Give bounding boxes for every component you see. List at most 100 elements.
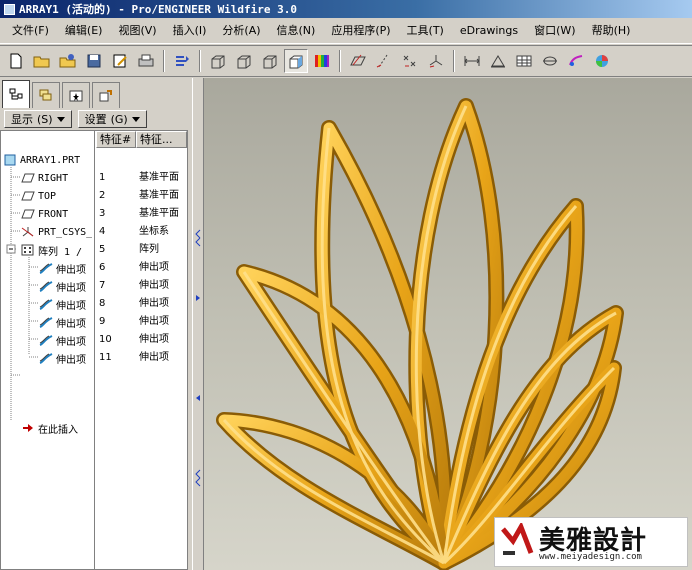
column-header-feature-num[interactable]: 特征# [96,131,136,148]
mass-properties-icon[interactable] [486,49,510,73]
coordinate-system-icon[interactable] [424,49,448,73]
settings-dropdown[interactable]: 设置 (G) [77,110,147,128]
tree-row-label: RIGHT [38,172,69,184]
window-titlebar: ARRAY1 (活动的) - Pro/ENGINEER Wildfire 3.0 [0,0,692,18]
toolbar-separator [163,50,165,72]
tree-row[interactable]: 伸出项 [39,349,86,367]
menu-edrawings[interactable]: eDrawings [452,20,526,42]
app-icon [4,3,15,15]
toolbar-separator [453,50,455,72]
table-icon[interactable] [512,49,536,73]
menu-file[interactable]: 文件(F) [4,20,57,42]
main-toolbar [0,45,692,77]
model-tree-tab[interactable] [2,80,30,108]
tree-row-label: PRT_CSYS_ [38,226,93,238]
pane-splitter[interactable] [192,78,204,570]
expand-arrow-icon[interactable] [194,293,202,303]
menu-analysis[interactable]: 分析(A) [214,20,268,42]
watermark-url: www.meiyadesign.com [539,552,642,562]
regenerate-icon[interactable] [170,49,194,73]
feature-type-cell: 基准平面 [139,172,179,183]
tree-row[interactable]: 伸出项 [39,295,86,313]
tree-row[interactable]: TOP [21,187,56,205]
open-dir-icon[interactable] [56,49,80,73]
toolbar-separator [199,50,201,72]
open-file-icon[interactable] [30,49,54,73]
save-icon[interactable] [82,49,106,73]
menu-view[interactable]: 视图(V) [110,20,164,42]
tree-row[interactable]: 阵列 1 / [21,241,82,259]
datum-plane-icon [21,190,35,202]
tree-row-label: FRONT [38,208,69,220]
feature-type-cell: 伸出项 [139,298,169,309]
wireframe-icon[interactable] [206,49,230,73]
hidden-line-icon[interactable] [232,49,256,73]
datum-axis-icon[interactable] [372,49,396,73]
tree-row[interactable]: 伸出项 [39,313,86,331]
collapse-arrow-icon[interactable] [194,468,202,488]
feature-num-cell: 10 [99,334,112,345]
model-color-icon[interactable] [590,49,614,73]
color-appearance-icon[interactable] [310,49,334,73]
menu-help[interactable]: 帮助(H) [584,20,639,42]
show-dropdown[interactable]: 显示 (S) [4,110,72,128]
tree-row[interactable]: FRONT [21,205,68,223]
column-header-feature-type[interactable]: 特征... [136,131,187,148]
print-icon[interactable] [134,49,158,73]
tree-row[interactable]: 伸出项 [39,277,86,295]
tree-row-label: 伸出项 [56,318,86,330]
menu-applications[interactable]: 应用程序(P) [323,20,398,42]
feature-type-cell: 基准平面 [139,190,179,201]
meiya-logo-icon [501,523,534,555]
tree-row[interactable]: 伸出项 [39,259,86,277]
feature-type-cell: 伸出项 [139,352,169,363]
feature-type-cell: 伸出项 [139,316,169,327]
collapse-arrow-icon[interactable] [194,228,202,248]
watermark-logo: 美雅設計 www.meiyadesign.com [494,517,688,567]
feature-num-cell: 1 [99,172,106,183]
feature-type-cell: 阵列 [139,244,159,255]
insert-here-marker[interactable]: 在此插入 [21,419,78,437]
menu-insert[interactable]: 插入(I) [165,20,215,42]
feature-type-cell: 伸出项 [139,262,169,273]
feature-num-cell: 8 [99,298,106,309]
tree-row[interactable]: 伸出项 [39,331,86,349]
protrusion-icon [39,334,53,346]
menu-edit[interactable]: 编辑(E) [57,20,111,42]
patterned-leaf-model [216,98,624,570]
graphics-viewport[interactable] [204,78,692,570]
datum-point-icon[interactable] [398,49,422,73]
section-icon[interactable] [538,49,562,73]
tree-row[interactable]: RIGHT [21,169,68,187]
connections-tab[interactable] [92,82,120,108]
settings-label: 设置 [84,113,107,126]
annotation-icon[interactable] [564,49,588,73]
tree-row-label: 伸出项 [56,354,86,366]
shading-icon[interactable] [284,49,308,73]
no-hidden-icon[interactable] [258,49,282,73]
coordinate-system-icon [21,226,35,238]
collapse-arrow-icon[interactable] [194,393,202,403]
pattern-icon [21,244,35,256]
feature-num-cell: 6 [99,262,106,273]
measure-icon[interactable] [460,49,484,73]
new-file-icon[interactable] [4,49,28,73]
feature-num-cell: 11 [99,352,112,363]
save-copy-icon[interactable] [108,49,132,73]
toolbar-separator [339,50,341,72]
tree-row-label: 伸出项 [56,264,86,276]
navigator-pane: 显示 (S) 设置 (G) 特征# 特征... ARRAY1.PRT RIGHT… [0,78,192,570]
feature-type-cell: 伸出项 [139,280,169,291]
menu-info[interactable]: 信息(N) [269,20,324,42]
favorites-tab[interactable] [62,82,90,108]
datum-plane-icon [21,208,35,220]
window-title: ARRAY1 (活动的) - Pro/ENGINEER Wildfire 3.0 [19,3,298,16]
layer-tab[interactable] [32,82,60,108]
feature-num-cell: 9 [99,316,106,327]
feature-num-cell: 4 [99,226,106,237]
datum-plane-icon[interactable] [346,49,370,73]
tree-row-label: 阵列 1 / [38,246,83,258]
menu-window[interactable]: 窗口(W) [526,20,583,42]
tree-row[interactable]: PRT_CSYS_ [21,223,92,241]
menu-tools[interactable]: 工具(T) [399,20,452,42]
